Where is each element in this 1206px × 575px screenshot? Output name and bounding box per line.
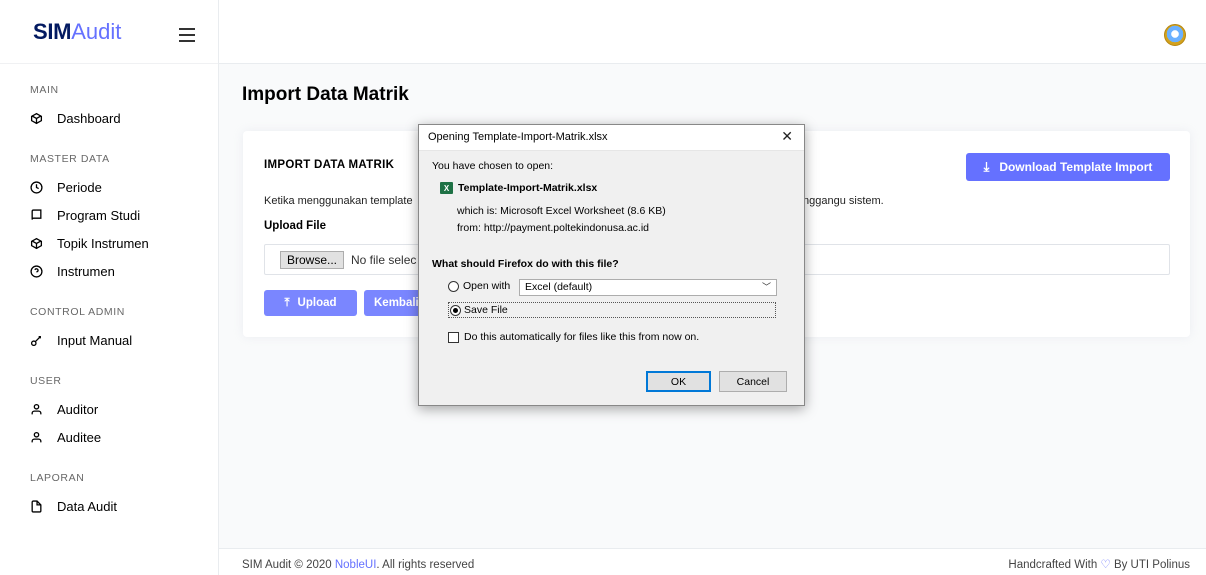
excel-file-icon: X (440, 182, 453, 194)
sidebar-item-program-studi[interactable]: Program Studi (0, 201, 218, 229)
brand-light: Audit (71, 18, 122, 44)
topbar (219, 0, 1206, 64)
page-title: Import Data Matrik (242, 84, 409, 105)
sidebar-item-label: Auditee (57, 429, 102, 445)
user-icon (30, 403, 42, 415)
dialog-title: Opening Template-Import-Matrik.xlsx (428, 131, 608, 143)
upload-button[interactable]: ⤒ Upload (264, 290, 357, 316)
file-icon (30, 500, 42, 513)
cancel-button[interactable]: Cancel (719, 371, 787, 392)
back-button-label: Kembali (374, 297, 419, 309)
sidebar-item-topik-instrumen[interactable]: Topik Instrumen (0, 229, 218, 257)
open-with-select[interactable]: Excel (default) ﹀ (519, 279, 777, 296)
heart-icon: ♡ (1100, 559, 1111, 571)
file-name: Template-Import-Matrik.xlsx (458, 182, 598, 194)
ok-button[interactable]: OK (646, 371, 711, 392)
dialog-titlebar: Opening Template-Import-Matrik.xlsx ✕ (419, 125, 804, 151)
back-button[interactable]: Kembali (364, 290, 424, 316)
browse-button[interactable]: Browse... (280, 251, 345, 269)
upload-file-label: Upload File (264, 220, 326, 232)
sidebar-item-label: Input Manual (57, 332, 133, 348)
auto-action-option[interactable]: Do this automatically for files like thi… (448, 331, 699, 343)
upload-icon: ⤒ (284, 296, 290, 309)
nav-category-user: USER (30, 375, 62, 387)
download-icon: ⤓ (983, 159, 990, 174)
key-icon (30, 334, 42, 347)
box-icon (30, 112, 43, 125)
sidebar-item-data-audit[interactable]: Data Audit (0, 492, 218, 520)
sidebar-item-auditor[interactable]: Auditor (0, 395, 218, 423)
sidebar: SIM Audit MAIN Dashboard MASTER DATA Peri… (0, 0, 219, 575)
sidebar-item-label: Periode (57, 179, 102, 195)
chosen-label: You have chosen to open: (432, 160, 554, 172)
save-file-label: Save File (464, 304, 508, 316)
sidebar-item-label: Dashboard (57, 110, 121, 126)
file-type: which is: Microsoft Excel Worksheet (8.6… (457, 205, 666, 217)
open-with-radio[interactable] (448, 280, 459, 292)
footer-copyright-suffix: . All rights reserved (376, 559, 475, 571)
auto-action-checkbox[interactable] (448, 331, 459, 343)
nobleui-link[interactable]: NobleUI (335, 559, 377, 571)
avatar[interactable] (1164, 24, 1186, 46)
clock-icon (30, 181, 43, 194)
open-with-value: Excel (default) (525, 281, 593, 293)
open-with-label: Open with (463, 280, 511, 292)
file-name-row: X Template-Import-Matrik.xlsx (440, 182, 597, 194)
nav-category-master-data: MASTER DATA (30, 153, 110, 165)
auto-action-label: Do this automatically for files like thi… (464, 331, 700, 343)
sidebar-item-label: Topik Instrumen (57, 235, 149, 251)
template-note-end: nggangu sistem. (803, 195, 884, 207)
footer: SIM Audit © 2020 NobleUI. All rights res… (219, 548, 1206, 575)
close-icon[interactable]: ✕ (781, 128, 793, 145)
download-template-button[interactable]: ⤓ Download Template Import (966, 153, 1170, 181)
sidebar-item-label: Data Audit (57, 498, 117, 514)
footer-credit-suffix: By UTI Polinus (1110, 559, 1190, 571)
download-template-label: Download Template Import (999, 160, 1153, 174)
download-dialog: Opening Template-Import-Matrik.xlsx ✕ Yo… (418, 124, 805, 406)
hamburger-menu-icon[interactable] (179, 28, 195, 46)
no-file-text: No file selec (351, 253, 417, 267)
footer-copyright-prefix: SIM Audit © 2020 (242, 559, 335, 571)
nav-category-laporan: LAPORAN (30, 472, 85, 484)
save-file-radio[interactable] (450, 304, 461, 316)
nav-category-main: MAIN (30, 84, 59, 96)
sidebar-item-label: Instrumen (57, 263, 115, 279)
box-icon (30, 237, 43, 250)
upload-button-label: Upload (297, 297, 337, 309)
template-note: Ketika menggunakan template (264, 195, 413, 207)
action-question: What should Firefox do with this file? (432, 258, 619, 270)
sidebar-item-dashboard[interactable]: Dashboard (0, 104, 218, 132)
sidebar-item-auditee[interactable]: Auditee (0, 423, 218, 451)
sidebar-item-input-manual[interactable]: Input Manual (0, 326, 218, 354)
footer-credit-prefix: Handcrafted With (1008, 559, 1101, 571)
footer-credit: Handcrafted With ♡ By UTI Polinus (1008, 557, 1190, 571)
open-with-option[interactable]: Open with (448, 280, 510, 292)
footer-copyright: SIM Audit © 2020 NobleUI. All rights res… (242, 559, 474, 571)
card-title: IMPORT DATA MATRIK (264, 159, 395, 171)
file-source: from: http://payment.poltekindonusa.ac.i… (457, 222, 650, 234)
sidebar-item-instrumen[interactable]: Instrumen (0, 257, 218, 285)
help-circle-icon (30, 265, 43, 278)
sidebar-item-label: Program Studi (57, 207, 141, 223)
user-icon (30, 431, 42, 443)
sidebar-item-label: Auditor (57, 401, 99, 417)
save-file-option[interactable]: Save File (448, 302, 776, 318)
sidebar-item-periode[interactable]: Periode (0, 173, 218, 201)
book-icon (30, 209, 42, 221)
brand-strong: SIM (33, 18, 72, 44)
nav-category-control-admin: CONTROL ADMIN (30, 306, 125, 318)
chevron-down-icon: ﹀ (761, 282, 771, 292)
